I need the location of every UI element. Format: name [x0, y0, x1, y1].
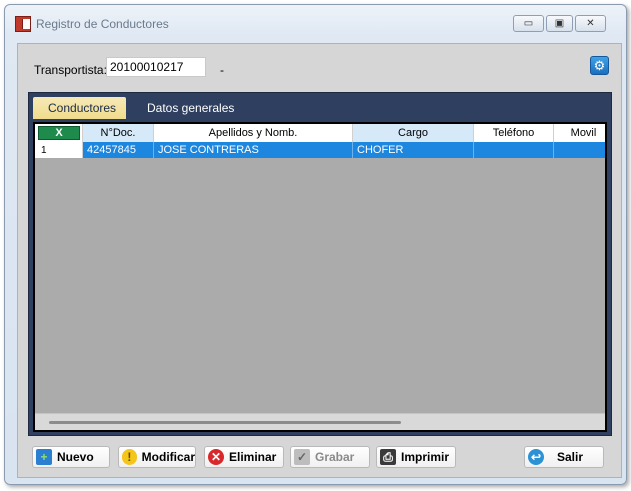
- column-header-apellidos[interactable]: Apellidos y Nomb.: [154, 124, 353, 142]
- row-number: 1: [35, 142, 83, 158]
- grabar-button[interactable]: ✓ Grabar: [290, 446, 370, 468]
- printer-icon: ⎙: [380, 449, 396, 465]
- nuevo-label: Nuevo: [57, 450, 94, 464]
- cell-movil[interactable]: [554, 142, 605, 158]
- check-icon: ✓: [294, 449, 310, 465]
- grid-header: X N°Doc. Apellidos y Nomb. Cargo Teléfon…: [35, 124, 605, 142]
- tab-datos-generales[interactable]: Datos generales: [132, 97, 249, 119]
- scrollbar-thumb[interactable]: [49, 421, 401, 424]
- imprimir-button[interactable]: ⎙ Imprimir: [376, 446, 456, 468]
- maximize-button[interactable]: ▣: [546, 15, 573, 32]
- cell-name[interactable]: JOSE CONTRERAS: [154, 142, 353, 158]
- maximize-icon: ▣: [554, 18, 565, 29]
- imprimir-label: Imprimir: [401, 450, 450, 464]
- client-area: Transportista: 20100010217 - ⚙ Conductor…: [17, 43, 622, 478]
- edit-icon: !: [122, 449, 137, 465]
- nuevo-button[interactable]: + Nuevo: [32, 446, 110, 468]
- modificar-label: Modificar: [141, 450, 195, 464]
- salir-button[interactable]: ↩ Salir: [524, 446, 604, 468]
- app-icon: [15, 16, 31, 32]
- registro-conductores-window: Registro de Conductores ▭ ▣ ✕ Transporti…: [4, 4, 627, 485]
- column-header-telefono[interactable]: Teléfono: [474, 124, 554, 142]
- delete-icon: ✕: [208, 449, 224, 465]
- title-bar: Registro de Conductores ▭ ▣ ✕: [5, 5, 626, 35]
- tab-panel: Conductores Datos generales X N°Doc. Ape…: [28, 92, 612, 436]
- cell-telefono[interactable]: [474, 142, 554, 158]
- close-icon: ✕: [586, 18, 595, 29]
- horizontal-scrollbar[interactable]: [35, 413, 605, 430]
- close-button[interactable]: ✕: [575, 15, 606, 32]
- minimize-icon: ▭: [523, 18, 534, 29]
- cell-cargo[interactable]: CHOFER: [353, 142, 474, 158]
- header-corner: X: [35, 124, 83, 142]
- grabar-label: Grabar: [315, 450, 355, 464]
- window-title: Registro de Conductores: [36, 17, 169, 31]
- minimize-button[interactable]: ▭: [513, 15, 544, 32]
- salir-label: Salir: [557, 450, 584, 464]
- column-header-movil[interactable]: Movil: [554, 124, 605, 142]
- transportista-input[interactable]: 20100010217: [106, 57, 206, 77]
- column-header-ndoc[interactable]: N°Doc.: [83, 124, 154, 142]
- modificar-button[interactable]: ! Modificar: [118, 446, 196, 468]
- export-excel-button[interactable]: X: [38, 126, 80, 140]
- transportista-description: -: [220, 63, 224, 77]
- eliminar-button[interactable]: ✕ Eliminar: [204, 446, 284, 468]
- table-row[interactable]: 1 42457845 JOSE CONTRERAS CHOFER: [35, 142, 605, 158]
- tab-conductores[interactable]: Conductores: [33, 97, 126, 119]
- settings-button[interactable]: ⚙: [590, 56, 609, 75]
- cell-doc[interactable]: 42457845: [83, 142, 154, 158]
- add-icon: +: [36, 449, 52, 465]
- gear-icon: ⚙: [593, 57, 606, 73]
- eliminar-label: Eliminar: [229, 450, 277, 464]
- exit-icon: ↩: [528, 449, 544, 465]
- conductores-grid: X N°Doc. Apellidos y Nomb. Cargo Teléfon…: [33, 122, 607, 432]
- column-header-cargo[interactable]: Cargo: [353, 124, 474, 142]
- transportista-label: Transportista:: [34, 63, 107, 77]
